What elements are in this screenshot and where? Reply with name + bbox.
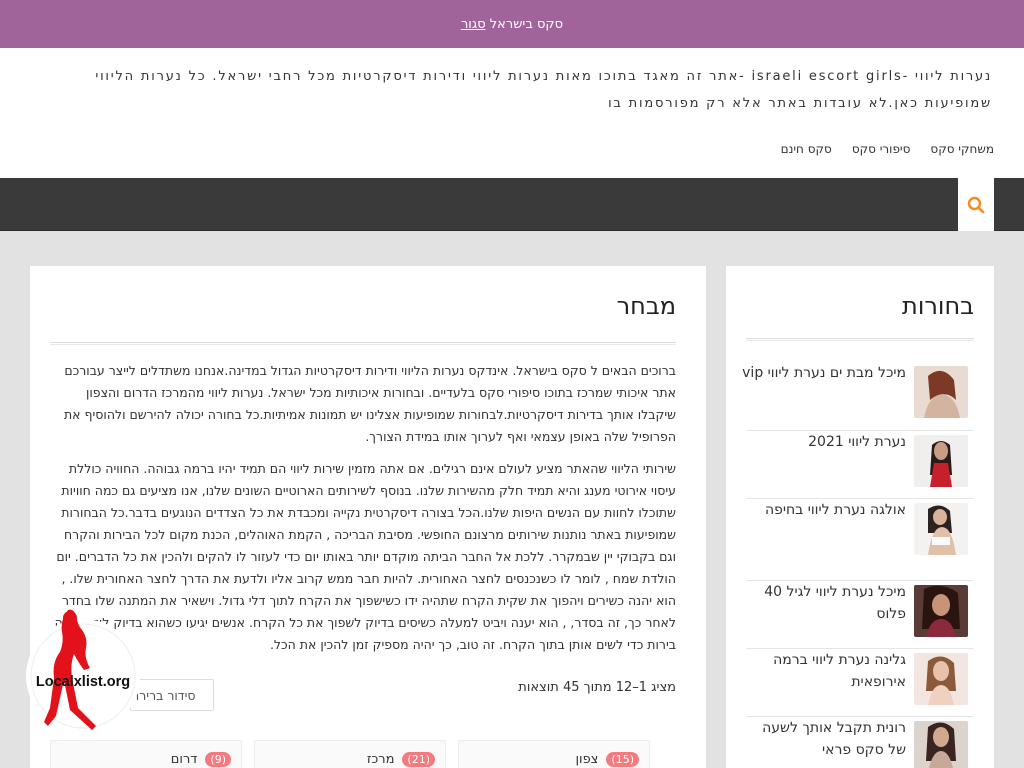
sidebar-title: בחורות [902,292,974,320]
notice-bar: סקס בישראל סגור [0,0,1024,48]
category-count-badge: (15) [606,752,639,767]
profile-thumbnail[interactable] [914,585,968,637]
sidebar-divider [746,338,974,341]
search-icon [967,196,985,213]
menu-item-free-sex[interactable]: סקס חינם [781,142,832,156]
category-name: דרום [170,752,198,767]
sidebar-item[interactable]: אולגה נערת ליווי בחיפה [746,498,974,566]
menu-item-sex-stories[interactable]: סיפורי סקס [852,142,911,156]
sort-select[interactable]: סידור ברירת [130,679,214,711]
sidebar-girls: בחורות מיכל מבת ים נערת ליווי vip נערת ל… [726,266,994,768]
profile-thumbnail[interactable] [914,366,968,418]
category-count-badge: (21) [402,752,435,767]
profile-thumbnail[interactable] [914,503,968,555]
sidebar-item[interactable]: מיכל נערת ליווי לגיל 40 פלוס [746,580,974,648]
sidebar-item-label[interactable]: מיכל נערת ליווי לגיל 40 פלוס [741,581,906,625]
nav-bar [0,178,1024,231]
title-divider [50,342,676,345]
sidebar-item-label[interactable]: נערת ליווי 2021 [741,431,906,453]
category-count-badge: (9) [205,752,231,767]
results-count: מציג 1–12 מתוך 45 תוצאות [518,680,676,695]
notice-close-link[interactable]: סגור [461,17,486,32]
menu-item-sex-games[interactable]: משחקי סקס [930,142,994,156]
category-south[interactable]: דרום (9) [50,740,242,768]
intro-paragraph: ברוכים הבאים ל סקס בישראל. אינדקס נערות … [63,363,676,444]
localxlist-logo[interactable]: Localxlist.org [26,608,140,736]
category-north[interactable]: צפון (15) [458,740,650,768]
top-menu: משחקי סקס סיפורי סקס סקס חינם [781,142,994,156]
logo-text: Localxlist.org [35,674,131,690]
profile-thumbnail[interactable] [914,435,968,487]
site-description: נערות ליווי -israeli escort girls -אתר ז… [95,69,992,111]
sidebar-item-label[interactable]: רונית תקבל אותך לשעה של סקס פראי [741,717,906,761]
sidebar-item[interactable]: מיכל מבת ים נערת ליווי vip [742,362,974,430]
search-button[interactable] [958,178,994,231]
sidebar-item[interactable]: גלינה נערת ליווי ברמה אירופאית [746,648,974,716]
category-name: צפון [575,752,599,767]
category-center[interactable]: מרכז (21) [254,740,446,768]
category-name: מרכז [366,752,395,767]
profile-thumbnail[interactable] [914,653,968,705]
sidebar-item-label[interactable]: אולגה נערת ליווי בחיפה [741,499,906,521]
notice-text: סקס בישראל [489,16,564,32]
sidebar-item-label[interactable]: מיכל מבת ים נערת ליווי vip [741,362,906,384]
sidebar-item[interactable]: רונית תקבל אותך לשעה של סקס פראי [746,716,974,768]
sidebar-item-label[interactable]: גלינה נערת ליווי ברמה אירופאית [741,649,906,693]
category-list: דרום (9) מרכז (21) צפון (15) [50,740,650,768]
profile-thumbnail[interactable] [914,721,968,768]
page-title: מבחר [616,292,676,320]
services-paragraph: שירותי הליווי שהאתר מציע לעולם אינם רגיל… [54,461,676,652]
sidebar-item[interactable]: נערת ליווי 2021 [746,430,974,498]
